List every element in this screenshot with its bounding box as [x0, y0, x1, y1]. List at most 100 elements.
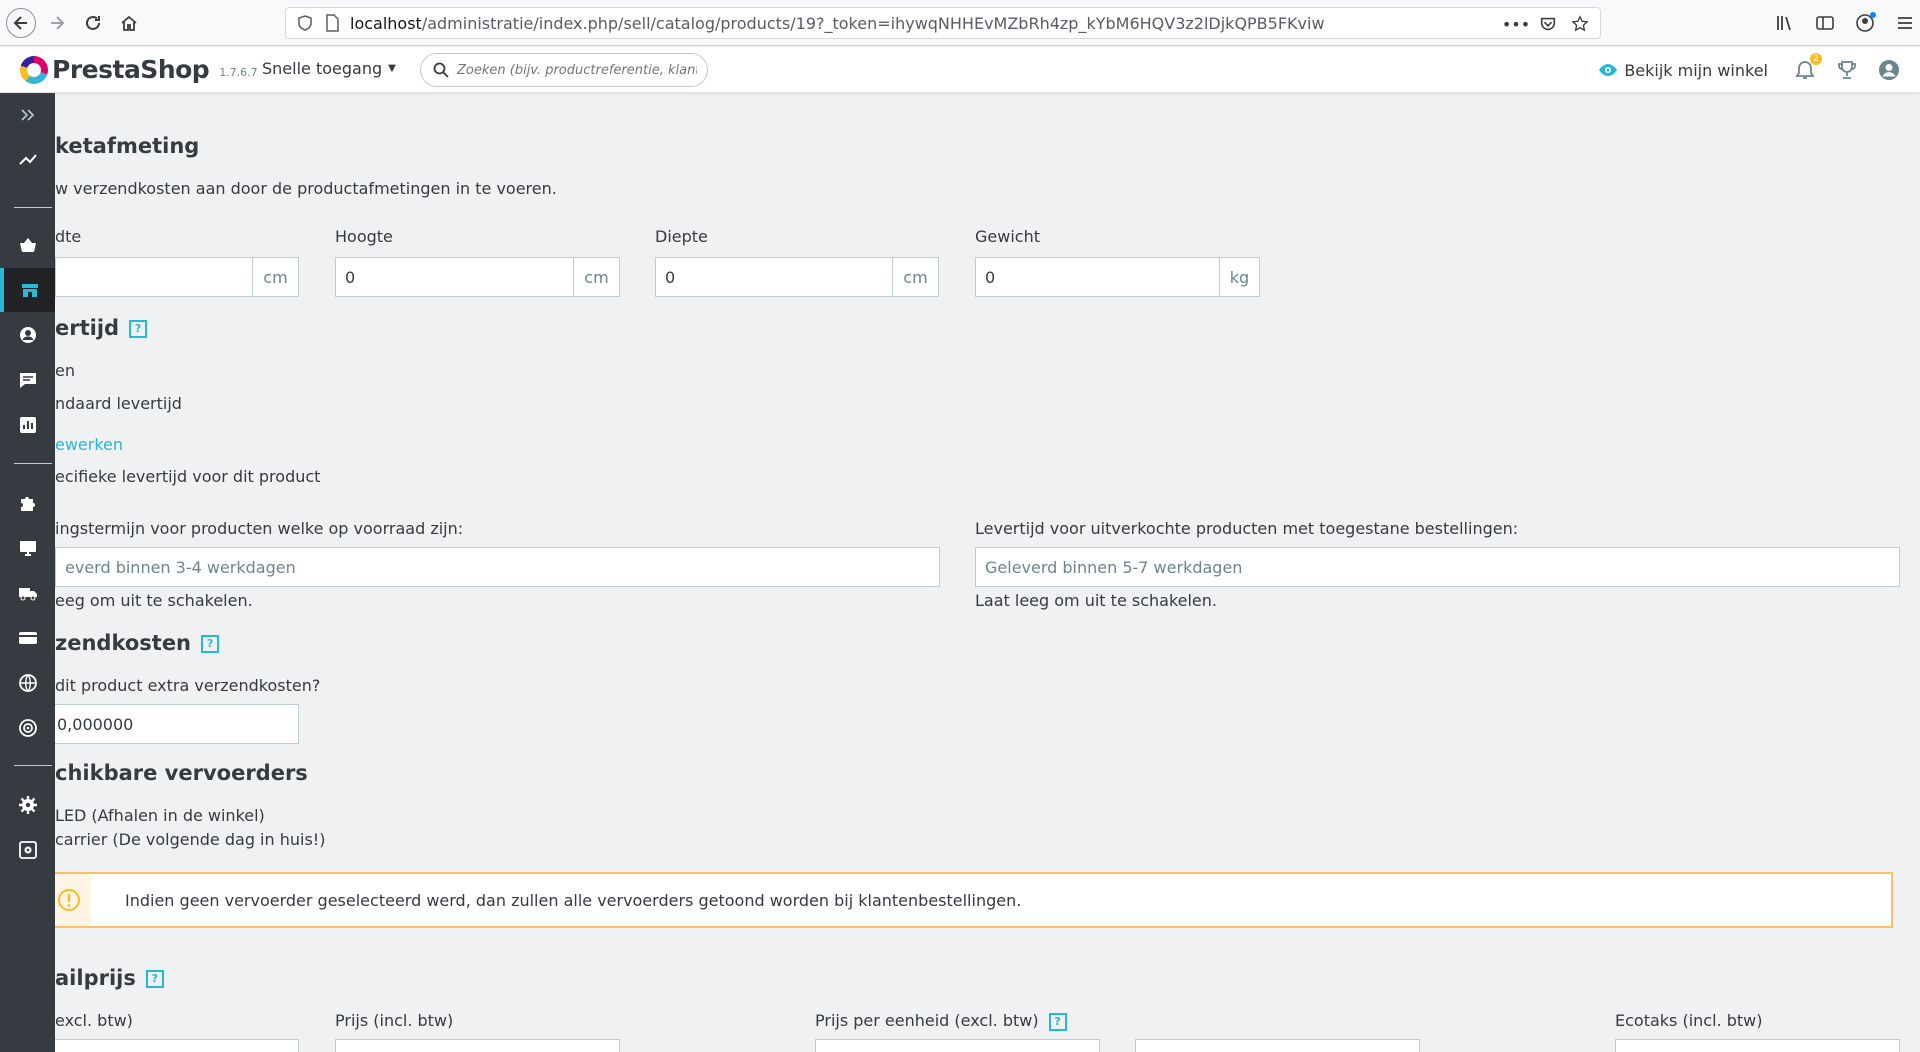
- unit-type-input[interactable]: [1135, 1039, 1420, 1052]
- out-of-stock-delivery-label: Levertijd voor uitverkochte producten me…: [975, 519, 1519, 538]
- quick-access-dropdown[interactable]: Snelle toegang ▼: [262, 59, 396, 78]
- reload-icon[interactable]: [78, 8, 108, 38]
- sidebar-item-messages[interactable]: [0, 358, 55, 402]
- package-description: w verzendkosten aan door de productafmet…: [55, 179, 557, 198]
- width-label: dte: [55, 227, 82, 246]
- trending-up-icon: [18, 154, 37, 165]
- price-incl-tax-input[interactable]: [335, 1039, 620, 1052]
- carrier-option-next-day[interactable]: carrier (De volgende dag in huis!): [55, 830, 325, 849]
- shipping-fees-title: zendkosten: [55, 631, 192, 655]
- extra-shipping-input[interactable]: 0,000000: [55, 704, 299, 744]
- truck-icon: [18, 588, 37, 601]
- monitor-icon: [19, 541, 36, 556]
- menu-icon[interactable]: [1890, 8, 1920, 38]
- url-host: localhost: [350, 13, 422, 33]
- sidebar-item-advanced[interactable]: [0, 828, 55, 872]
- sidebar-item-international[interactable]: [0, 661, 55, 705]
- depth-input[interactable]: 0: [655, 257, 893, 297]
- width-input[interactable]: [55, 257, 253, 297]
- ecotax-label: Ecotaks (incl. btw): [1615, 1011, 1763, 1030]
- help-icon[interactable]: ?: [129, 320, 148, 338]
- delivery-option-none[interactable]: en: [55, 361, 75, 380]
- carrier-option-pickup[interactable]: LED (Afhalen in de winkel): [55, 806, 265, 825]
- logo-text: PrestaShop: [52, 55, 210, 84]
- user-circle-icon: [19, 327, 36, 343]
- chat-icon: [19, 373, 36, 388]
- unit-price-label-text: Prijs per eenheid (excl. btw): [815, 1011, 1039, 1030]
- available-carriers-heading: chikbare vervoerders: [55, 761, 308, 785]
- home-icon[interactable]: [114, 8, 144, 38]
- globe-icon: [18, 674, 37, 692]
- eye-icon: [1599, 64, 1618, 76]
- sidebar-item-design[interactable]: [0, 526, 55, 570]
- ecotax-input[interactable]: [1615, 1039, 1900, 1052]
- version-label: 1.7.6.7: [219, 66, 258, 79]
- sidebar-divider: [14, 463, 52, 464]
- delivery-time-title: ertijd: [55, 316, 120, 340]
- store-icon: [21, 284, 38, 297]
- height-label: Hoogte: [335, 227, 393, 246]
- url-text[interactable]: localhost/administratie/index.php/sell/c…: [350, 14, 1325, 33]
- search-input[interactable]: [457, 62, 697, 78]
- retail-price-title: ailprijs: [55, 966, 136, 990]
- out-of-stock-delivery-input[interactable]: Geleverd binnen 5-7 werkdagen: [975, 547, 1900, 587]
- page-info-icon[interactable]: [324, 14, 340, 32]
- trophy-icon[interactable]: [1836, 59, 1858, 81]
- employee-avatar-icon[interactable]: [1878, 59, 1900, 81]
- out-of-stock-delivery-hint: Laat leeg om uit te schakelen.: [975, 591, 1217, 610]
- sidebar-item-customers[interactable]: [0, 313, 55, 357]
- weight-unit: kg: [1220, 257, 1260, 297]
- account-icon[interactable]: [1850, 8, 1880, 38]
- sidebar-item-marketing[interactable]: [0, 706, 55, 750]
- search-box[interactable]: [420, 53, 708, 87]
- bookmark-star-icon[interactable]: [1568, 12, 1592, 36]
- shipping-fees-heading: zendkosten?: [55, 631, 220, 655]
- prestashop-logo[interactable]: PrestaShop 1.7.6.7: [20, 55, 258, 84]
- back-icon[interactable]: [6, 7, 36, 38]
- carrier-warning-alert: Indien geen vervoerder geselecteerd werd…: [55, 872, 1893, 928]
- help-icon[interactable]: ?: [1048, 1012, 1067, 1031]
- sidebar-toggle-icon[interactable]: [1810, 8, 1840, 38]
- sidebar-item-modules[interactable]: [0, 481, 55, 525]
- double-chevron-right-icon: [20, 109, 34, 121]
- view-shop-link[interactable]: Bekijk mijn winkel: [1598, 60, 1768, 80]
- puzzle-icon: [20, 497, 35, 511]
- caret-down-icon: ▼: [388, 63, 396, 74]
- sidebar-collapse-toggle[interactable]: [0, 93, 55, 137]
- help-icon[interactable]: ?: [145, 970, 164, 988]
- warning-icon: [55, 874, 91, 926]
- sidebar-item-settings[interactable]: [0, 783, 55, 827]
- retail-price-heading: ailprijs?: [55, 966, 164, 990]
- credit-card-icon: [18, 632, 37, 644]
- product-shipping-form: ketafmeting w verzendkosten aan door de …: [55, 93, 1920, 1052]
- search-icon: [433, 62, 449, 78]
- edit-delivery-link[interactable]: ewerken: [55, 435, 123, 454]
- unit-price-input[interactable]: [815, 1039, 1100, 1052]
- height-input[interactable]: 0: [335, 257, 574, 297]
- pocket-icon[interactable]: [1536, 12, 1560, 36]
- sidebar-item-orders[interactable]: [0, 223, 55, 267]
- sidebar-item-stats[interactable]: [0, 403, 55, 447]
- more-actions-icon[interactable]: •••: [1502, 12, 1530, 36]
- in-stock-delivery-input[interactable]: everd binnen 3-4 werkdagen: [55, 547, 940, 587]
- in-stock-delivery-hint: eeg om uit te schakelen.: [55, 591, 253, 610]
- sidebar-divider: [14, 207, 52, 208]
- delivery-option-default[interactable]: ndaard levertijd: [55, 394, 182, 413]
- url-bar[interactable]: localhost/administratie/index.php/sell/c…: [285, 7, 1601, 39]
- delivery-option-specific[interactable]: ecifieke levertijd voor dit product: [55, 467, 320, 486]
- library-icon[interactable]: [1770, 8, 1800, 38]
- shield-icon[interactable]: [296, 14, 314, 32]
- notifications-bell-icon[interactable]: 2: [1794, 53, 1822, 81]
- weight-input[interactable]: 0: [975, 257, 1220, 297]
- price-incl-tax-label: Prijs (incl. btw): [335, 1011, 454, 1030]
- sidebar-item-dashboard[interactable]: [0, 137, 55, 181]
- sidebar-item-catalog[interactable]: [0, 268, 55, 312]
- browser-toolbar: localhost/administratie/index.php/sell/c…: [0, 0, 1920, 46]
- price-excl-tax-input[interactable]: [55, 1039, 299, 1052]
- depth-label: Diepte: [655, 227, 708, 246]
- target-icon: [18, 719, 37, 737]
- sidebar-item-shipping[interactable]: [0, 571, 55, 615]
- forward-icon[interactable]: [42, 8, 72, 38]
- sidebar-item-payment[interactable]: [0, 616, 55, 660]
- help-icon[interactable]: ?: [201, 635, 220, 653]
